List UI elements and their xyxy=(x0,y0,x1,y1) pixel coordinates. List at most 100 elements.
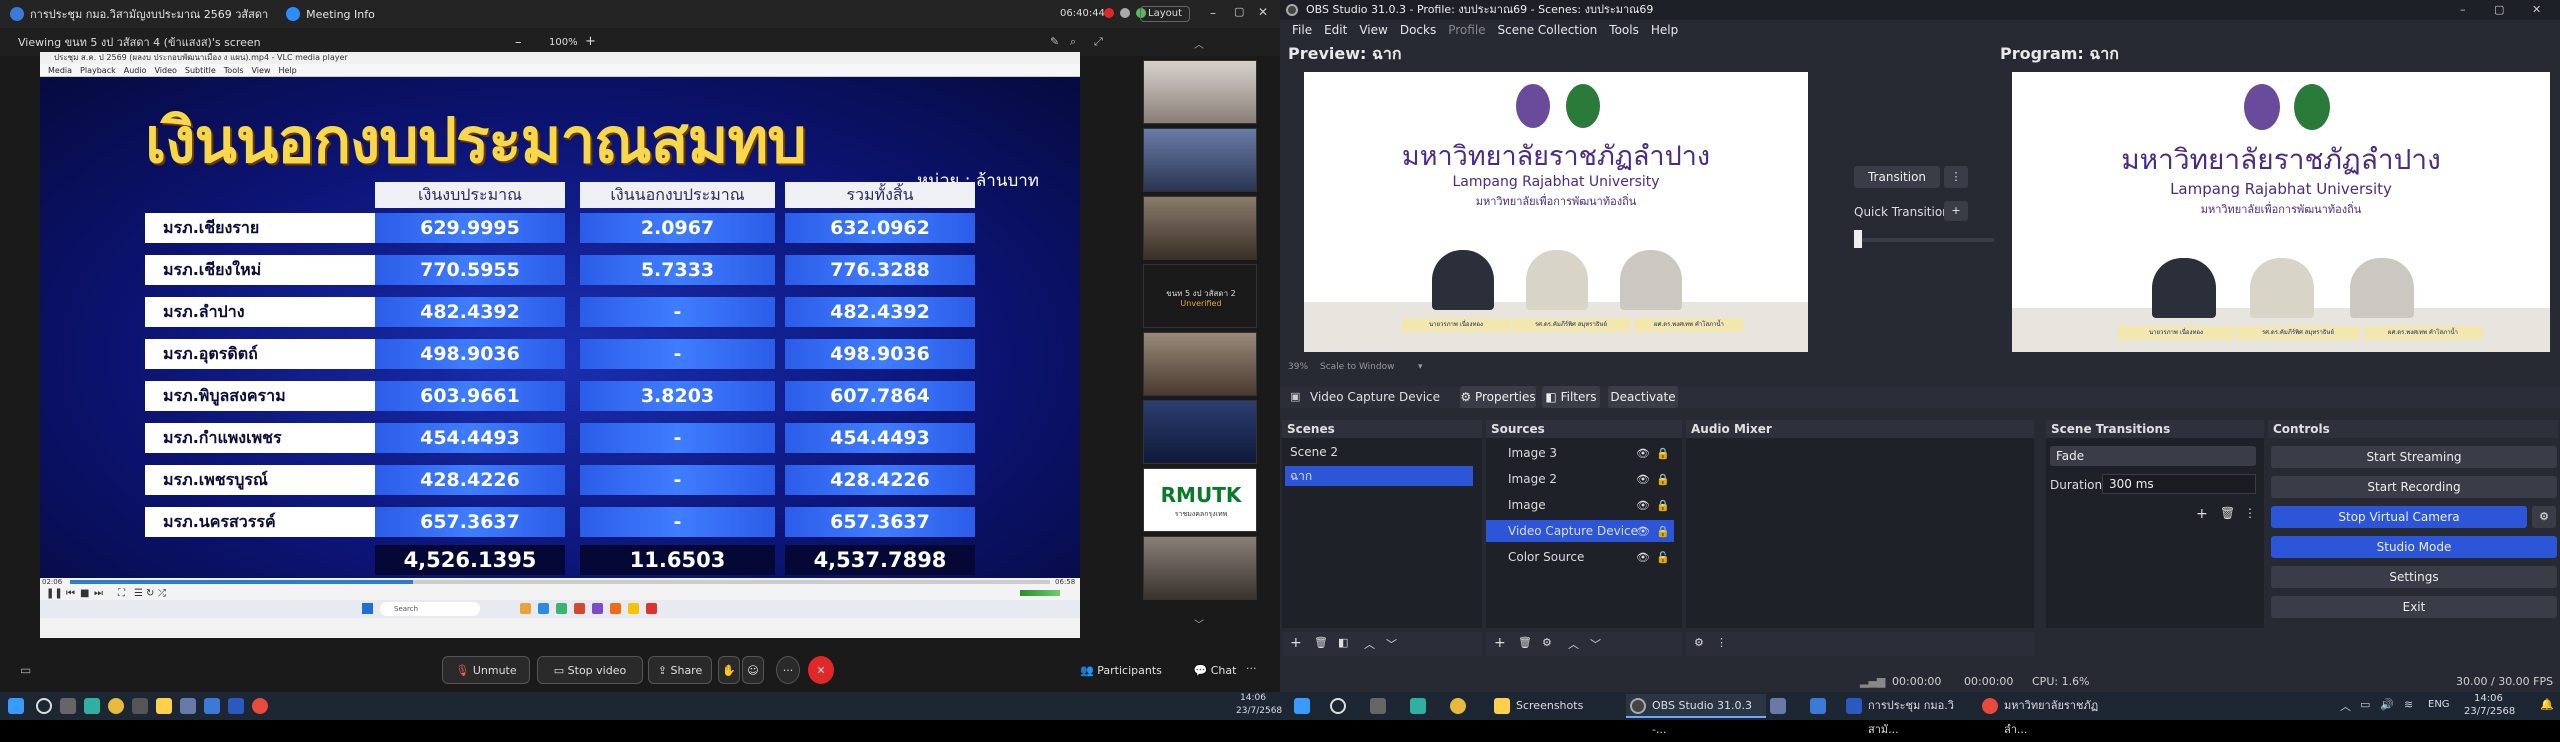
menu-docks[interactable]: Docks xyxy=(1400,23,1436,37)
vlc-menu-view[interactable]: View xyxy=(252,66,271,75)
taskbar-screenshots[interactable]: Screenshots xyxy=(1490,694,1620,718)
transition-button[interactable]: Transition xyxy=(1854,166,1940,188)
participant-tile[interactable] xyxy=(1143,400,1257,464)
eye-icon[interactable]: 👁 xyxy=(1636,525,1650,538)
vlc-menu-tools[interactable]: Tools xyxy=(224,66,244,75)
transition-select[interactable]: Fade xyxy=(2050,446,2256,466)
vlc-menu-video[interactable]: Video xyxy=(154,66,176,75)
audio-settings-icon[interactable]: ⚙ xyxy=(1694,636,1704,649)
maximize-icon[interactable]: ▢ xyxy=(1234,5,1244,18)
add-scene-icon[interactable]: + xyxy=(1290,635,1302,651)
layout-button[interactable]: Layout xyxy=(1140,6,1190,22)
minimize-icon[interactable]: – xyxy=(1210,6,1216,20)
app-icon[interactable] xyxy=(204,698,220,714)
lock-icon[interactable]: 🔒 xyxy=(1656,473,1670,486)
filters-button[interactable]: ◧ Filters xyxy=(1542,386,1600,408)
app-icon[interactable] xyxy=(1810,698,1826,714)
scale-mode[interactable]: Scale to Window xyxy=(1320,362,1394,372)
search-icon[interactable] xyxy=(1330,698,1346,714)
pause-icon[interactable]: ❚❚ xyxy=(46,588,63,599)
emoji-icon[interactable]: ☺ xyxy=(742,656,764,684)
zoom-out-button[interactable]: – xyxy=(515,35,522,50)
chrome-icon[interactable] xyxy=(108,698,124,714)
speaker-icon[interactable]: 🔊 xyxy=(2380,698,2394,711)
filter-icon[interactable]: ◧ xyxy=(1338,636,1348,649)
volume-slider[interactable] xyxy=(1020,590,1060,596)
shuffle-icon[interactable]: ⤮ xyxy=(158,588,166,599)
next-icon[interactable]: ⏭ xyxy=(94,588,103,599)
tbar-slider[interactable] xyxy=(1854,238,1994,242)
leave-icon[interactable]: ✕ xyxy=(808,656,834,684)
move-down-icon[interactable]: ﹀ xyxy=(1590,636,1601,652)
properties-button[interactable]: ⚙ Properties xyxy=(1460,386,1536,408)
move-down-icon[interactable]: ﹀ xyxy=(1386,636,1397,652)
preview-canvas[interactable]: มหาวิทยาลัยราชภัฏลำปาง Lampang Rajabhat … xyxy=(1304,72,1808,352)
eye-icon[interactable]: 👁 xyxy=(1636,499,1650,512)
chevron-down-icon[interactable]: ﹀ xyxy=(1194,616,1204,631)
menu-file[interactable]: File xyxy=(1292,23,1312,37)
more-button[interactable]: ··· xyxy=(776,656,800,684)
captions-icon[interactable]: ▭ xyxy=(20,663,31,677)
add-transition-icon[interactable]: + xyxy=(1944,201,1968,221)
close-icon[interactable]: ✕ xyxy=(1258,5,1268,19)
windows-start-icon[interactable] xyxy=(8,698,24,714)
virtual-camera-settings-icon[interactable]: ⚙ xyxy=(2532,506,2556,528)
meeting-info-tab[interactable]: Meeting Info xyxy=(286,7,375,21)
menu-edit[interactable]: Edit xyxy=(1324,23,1347,37)
input-language[interactable]: ENG xyxy=(2428,699,2450,710)
taskbar-obs[interactable]: OBS Studio 31.0.3 -... xyxy=(1626,694,1766,736)
stop-video-button[interactable]: ▭ Stop video xyxy=(537,656,643,684)
reactions-icon[interactable]: ✋ xyxy=(718,656,740,684)
participant-tile-logo[interactable]: RMUTK ราชมงคลกรุงเทพ xyxy=(1143,468,1257,532)
edge-icon[interactable] xyxy=(1410,698,1426,714)
add-icon[interactable]: + xyxy=(2196,506,2208,522)
unmute-button[interactable]: 🎙 Unmute xyxy=(442,656,530,684)
transition-menu-icon[interactable]: ⋮ xyxy=(1944,166,1968,188)
start-streaming-button[interactable]: Start Streaming xyxy=(2271,446,2557,468)
chat-button[interactable]: 💬 Chat xyxy=(1190,656,1240,684)
obs-maximize-icon[interactable]: ▢ xyxy=(2494,0,2504,20)
participant-tile[interactable] xyxy=(1143,60,1257,124)
more-icon[interactable]: ··· xyxy=(1246,662,1257,675)
notification-icon[interactable]: 🔔 xyxy=(2540,698,2554,711)
menu-scene-collection[interactable]: Scene Collection xyxy=(1498,23,1598,37)
vlc-menu-media[interactable]: Media xyxy=(48,66,72,75)
eye-icon[interactable]: 👁 xyxy=(1636,551,1650,564)
app-icon[interactable] xyxy=(132,698,148,714)
chrome-icon[interactable] xyxy=(1450,698,1466,714)
taskbar-meeting[interactable]: การประชุม กมอ.วิสามั... xyxy=(1842,694,1976,736)
participant-tile[interactable] xyxy=(1143,332,1257,396)
loop-icon[interactable]: ↻ xyxy=(146,588,154,599)
vlc-seek-bar[interactable] xyxy=(70,580,1050,584)
more-vert-icon[interactable]: ⋮ xyxy=(1716,636,1727,649)
participant-tile-named[interactable]: ขนท 5 งป วสัสดา 2 Unverified xyxy=(1143,264,1257,328)
windows-start-icon[interactable] xyxy=(1294,698,1310,714)
app-icon[interactable] xyxy=(228,698,244,714)
share-button[interactable]: ⇪ Share xyxy=(648,656,712,684)
edge-icon[interactable] xyxy=(84,698,100,714)
chrome-icon[interactable] xyxy=(252,698,268,714)
start-recording-button[interactable]: Start Recording xyxy=(2271,476,2557,498)
scene-item[interactable]: Scene 2 xyxy=(1285,442,1473,462)
move-up-icon[interactable]: ︿ xyxy=(1364,636,1375,652)
remove-source-icon[interactable]: 🗑 xyxy=(1518,636,1532,649)
wifi-icon[interactable]: ≋ xyxy=(2404,698,2413,711)
pencil-icon[interactable]: ✎ xyxy=(1050,35,1059,48)
exit-button[interactable]: Exit xyxy=(2271,596,2557,618)
task-view-icon[interactable] xyxy=(60,698,76,714)
zoom-in-button[interactable]: + xyxy=(585,34,596,49)
vlc-menu-help[interactable]: Help xyxy=(278,66,296,75)
scene-item-selected[interactable]: ฉาก xyxy=(1285,466,1473,486)
stop-virtual-camera-button[interactable]: Stop Virtual Camera xyxy=(2271,506,2527,528)
prev-icon[interactable]: ⏮ xyxy=(66,588,75,599)
app-icon[interactable] xyxy=(180,698,196,714)
more-vert-icon[interactable]: ⋮ xyxy=(2244,506,2256,520)
menu-tools[interactable]: Tools xyxy=(1609,23,1639,37)
participant-tile[interactable] xyxy=(1143,536,1257,600)
playlist-icon[interactable]: ☰ xyxy=(134,588,143,599)
lock-icon[interactable]: 🔒 xyxy=(1656,525,1670,538)
lock-icon[interactable]: 🔒 xyxy=(1656,447,1670,460)
menu-help[interactable]: Help xyxy=(1651,23,1678,37)
participant-tile[interactable] xyxy=(1143,196,1257,260)
tbar-handle[interactable] xyxy=(1854,230,1862,248)
